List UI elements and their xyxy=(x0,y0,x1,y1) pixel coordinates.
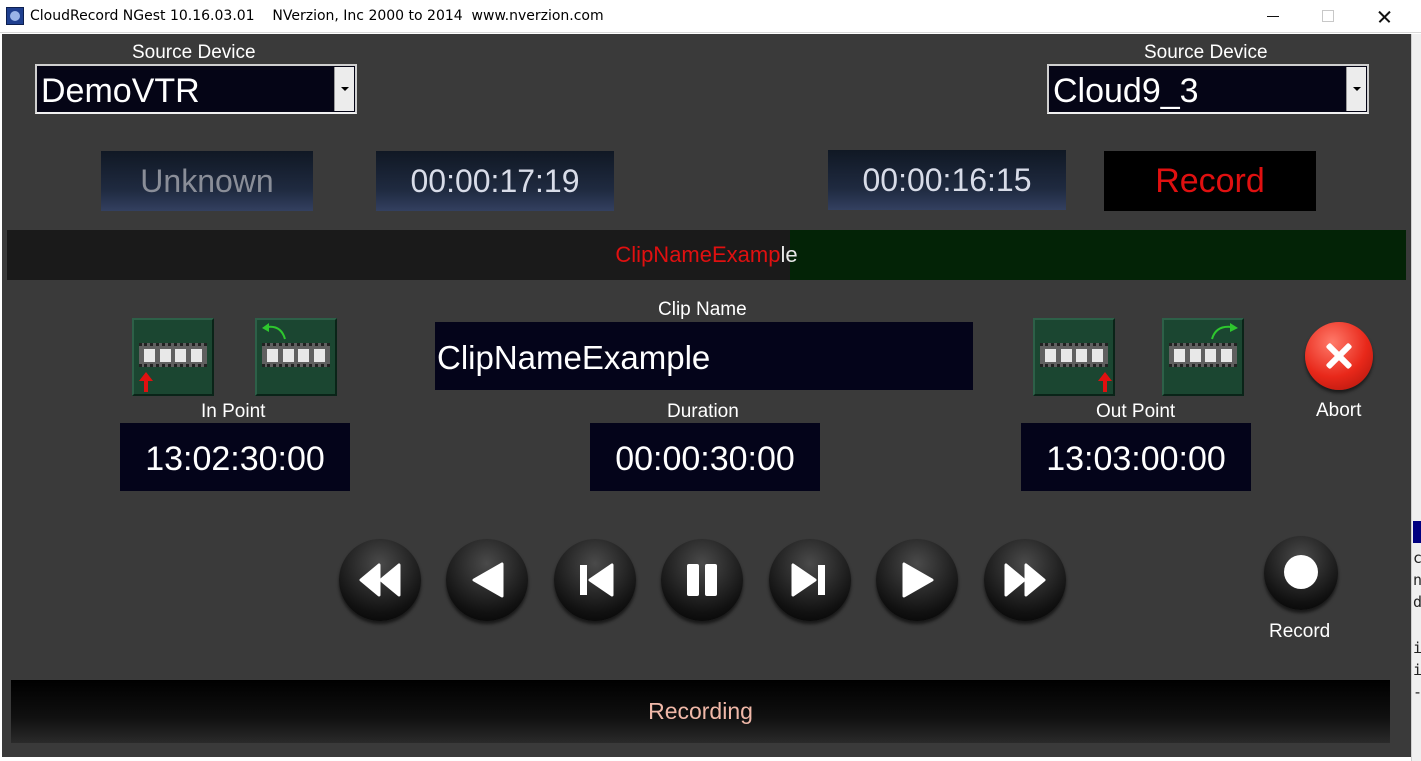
pause-icon xyxy=(687,564,717,596)
chevron-down-icon[interactable] xyxy=(334,67,354,111)
step-back-button[interactable] xyxy=(554,539,636,621)
duration-field[interactable]: 00:00:30:00 xyxy=(590,423,820,491)
background-text: c xyxy=(1413,549,1421,567)
pause-button[interactable] xyxy=(661,539,743,621)
arrow-up-icon xyxy=(1098,372,1112,392)
right-source-device-value: Cloud9_3 xyxy=(1053,72,1199,110)
arrow-up-icon xyxy=(139,372,153,392)
step-back-icon xyxy=(580,563,614,597)
background-text: i xyxy=(1413,639,1421,657)
app-icon xyxy=(6,7,24,25)
duration-label: Duration xyxy=(667,401,739,422)
left-source-device-value: DemoVTR xyxy=(41,72,200,110)
right-source-device-select[interactable]: Cloud9_3 xyxy=(1047,64,1369,114)
fast-forward-icon xyxy=(1004,563,1046,597)
background-selection xyxy=(1413,521,1421,543)
close-button[interactable] xyxy=(1356,0,1412,33)
left-source-device-label: Source Device xyxy=(132,42,256,63)
curved-arrow-back-icon xyxy=(262,323,286,340)
goto-in-point-button[interactable] xyxy=(255,318,337,396)
clip-name-field[interactable]: ClipNameExample xyxy=(435,322,973,390)
set-out-point-button[interactable] xyxy=(1033,318,1115,396)
curved-arrow-forward-icon xyxy=(1211,323,1238,340)
play-reverse-icon xyxy=(472,562,504,598)
app-client-area: Source Device DemoVTR Source Device Clou… xyxy=(2,34,1411,757)
left-source-device-select[interactable]: DemoVTR xyxy=(35,64,357,114)
rewind-button[interactable] xyxy=(339,539,421,621)
progress-clip-name-tail: le xyxy=(780,242,798,267)
chevron-down-icon[interactable] xyxy=(1346,67,1366,111)
title-bar: CloudRecord NGest 10.16.03.01 NVerzion, … xyxy=(0,0,1421,33)
play-reverse-button[interactable] xyxy=(446,539,528,621)
abort-button[interactable] xyxy=(1305,322,1373,390)
step-forward-icon xyxy=(791,563,825,597)
right-timecode-display: 00:00:16:15 xyxy=(828,150,1066,210)
background-text: d xyxy=(1413,593,1421,611)
clip-progress-bar: ClipNameExample xyxy=(7,230,1406,280)
record-button[interactable] xyxy=(1264,536,1338,610)
film-strip-icon xyxy=(262,343,330,367)
abort-label: Abort xyxy=(1316,400,1362,421)
left-timecode-display: 00:00:17:19 xyxy=(376,151,614,211)
goto-out-point-button[interactable] xyxy=(1162,318,1244,396)
right-source-device-label: Source Device xyxy=(1144,42,1268,63)
in-point-field[interactable]: 13:02:30:00 xyxy=(120,423,350,491)
film-strip-icon xyxy=(1169,343,1237,367)
window-title: CloudRecord NGest 10.16.03.01 NVerzion, … xyxy=(30,8,604,24)
clip-name-label: Clip Name xyxy=(658,299,747,320)
set-in-point-button[interactable] xyxy=(132,318,214,396)
background-text: n xyxy=(1413,571,1421,589)
out-point-label: Out Point xyxy=(1096,401,1176,422)
background-text: i xyxy=(1413,661,1421,679)
rewind-icon xyxy=(359,563,401,597)
right-device-status: Record xyxy=(1104,151,1316,211)
out-point-field[interactable]: 13:03:00:00 xyxy=(1021,423,1251,491)
status-bar: Recording xyxy=(11,680,1390,743)
step-forward-button[interactable] xyxy=(769,539,851,621)
record-icon xyxy=(1284,555,1318,589)
minimize-button[interactable] xyxy=(1245,0,1301,33)
film-strip-icon xyxy=(1040,343,1108,367)
fast-forward-button[interactable] xyxy=(984,539,1066,621)
background-text: - xyxy=(1413,683,1421,701)
progress-clip-name: ClipNameExample xyxy=(7,230,1406,280)
record-label: Record xyxy=(1269,621,1331,642)
left-device-status: Unknown xyxy=(101,151,313,211)
progress-clip-name-text: ClipNameExamp xyxy=(615,242,781,267)
maximize-button[interactable] xyxy=(1300,0,1356,33)
play-button[interactable] xyxy=(876,539,958,621)
film-strip-icon xyxy=(139,343,207,367)
in-point-label: In Point xyxy=(201,401,266,422)
play-icon xyxy=(902,562,934,598)
